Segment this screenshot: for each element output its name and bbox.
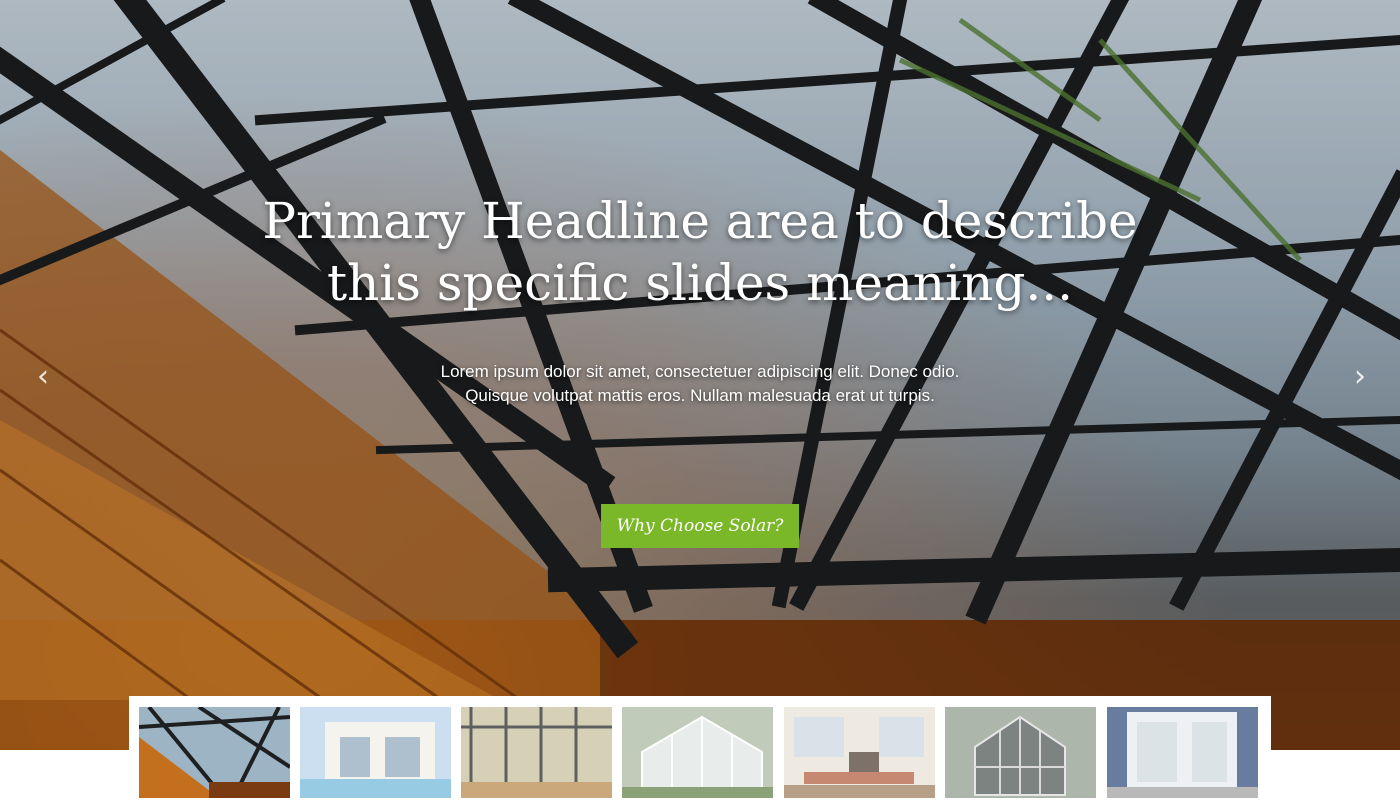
why-choose-solar-button[interactable]: Why Choose Solar? bbox=[601, 504, 799, 548]
hero-headline: Primary Headline area to describe this s… bbox=[262, 192, 1138, 312]
thumbnail-pool-house[interactable] bbox=[300, 707, 451, 798]
chevron-left-icon[interactable]: ‹ bbox=[28, 362, 58, 392]
thumbnail-glass-doors[interactable] bbox=[1107, 707, 1258, 798]
thumbnail-garden-greenhouse[interactable] bbox=[945, 707, 1096, 798]
thumbnail-living-room[interactable] bbox=[784, 707, 935, 798]
hero-subtext: Lorem ipsum dolor sit amet, consectetuer… bbox=[350, 360, 1050, 408]
thumbnail-skylight-roof[interactable] bbox=[139, 707, 290, 798]
hero-slider: Primary Headline area to describe this s… bbox=[0, 0, 1400, 750]
hero-subtext-line-1: Lorem ipsum dolor sit amet, consectetuer… bbox=[440, 362, 960, 381]
thumbnail-glass-corridor[interactable] bbox=[461, 707, 612, 798]
chevron-right-icon[interactable]: › bbox=[1345, 362, 1375, 392]
thumbnail-strip bbox=[129, 696, 1271, 804]
hero-subtext-line-2: Quisque volutpat mattis eros. Nullam mal… bbox=[465, 386, 935, 405]
thumbnail-conservatory-exterior[interactable] bbox=[622, 707, 773, 798]
